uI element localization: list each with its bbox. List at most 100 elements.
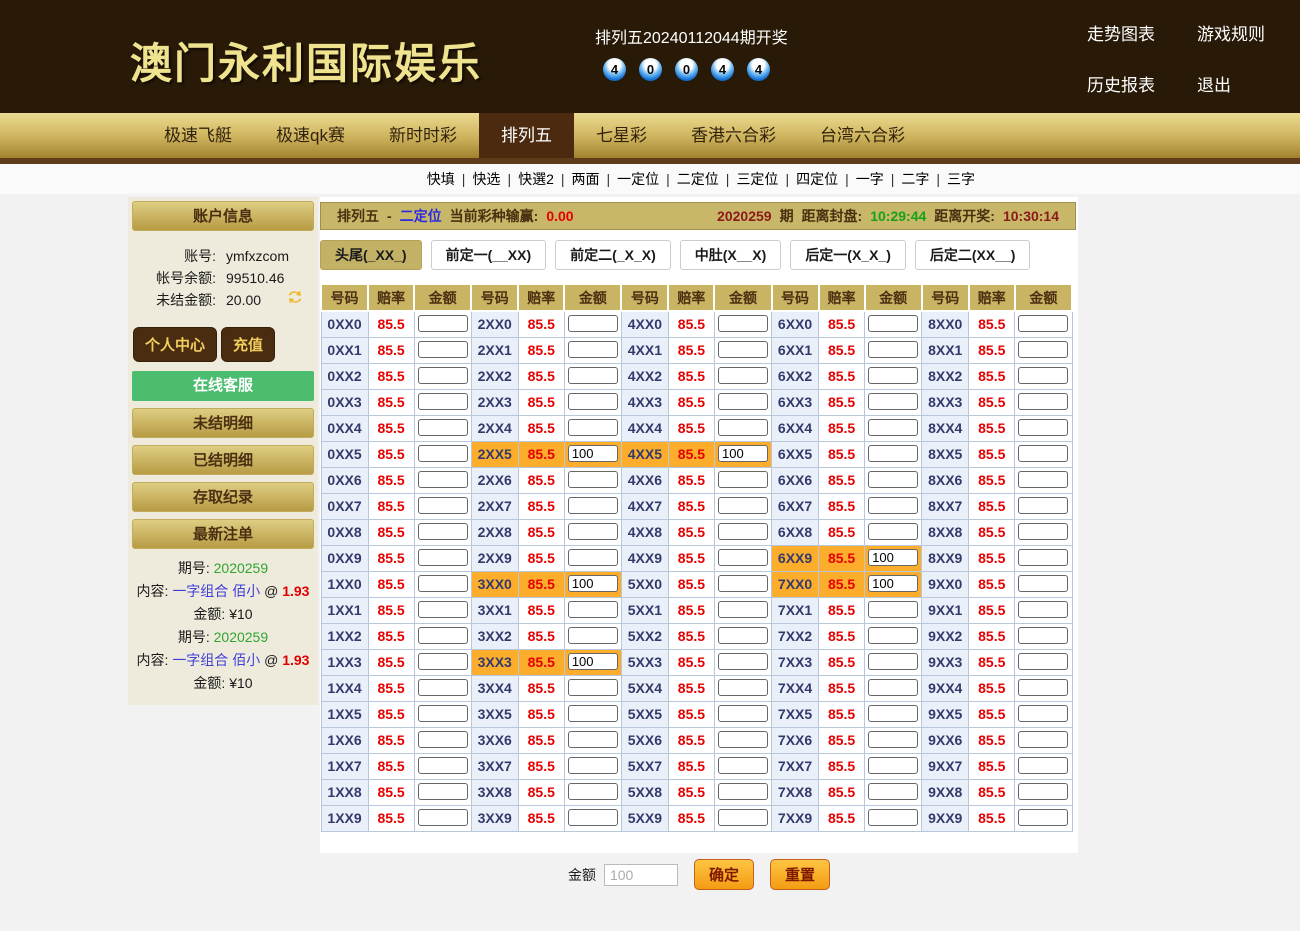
subnav-item[interactable]: 三字 — [947, 171, 975, 187]
bet-number-cell[interactable]: 4XX5 — [621, 441, 668, 467]
bet-number-cell[interactable]: 1XX8 — [321, 779, 368, 805]
bet-amount-input[interactable] — [1018, 653, 1068, 670]
bet-amount-input[interactable] — [868, 367, 918, 384]
bet-amount-input[interactable] — [568, 393, 618, 410]
bet-number-cell[interactable]: 9XX2 — [922, 623, 969, 649]
bet-amount-input[interactable] — [718, 549, 768, 566]
bet-number-cell[interactable]: 7XX6 — [772, 727, 819, 753]
bet-number-cell[interactable]: 0XX2 — [321, 363, 368, 389]
bet-amount-input[interactable] — [1018, 679, 1068, 696]
bet-amount-input[interactable] — [718, 497, 768, 514]
tab-position[interactable]: 前定二(_X_X) — [555, 240, 671, 270]
bet-number-cell[interactable]: 2XX3 — [471, 389, 518, 415]
bet-amount-input[interactable] — [568, 575, 618, 592]
bet-amount-input[interactable] — [718, 731, 768, 748]
bet-amount-input[interactable] — [1018, 497, 1068, 514]
bet-number-cell[interactable]: 4XX2 — [621, 363, 668, 389]
bet-amount-input[interactable] — [568, 367, 618, 384]
bet-amount-input[interactable] — [1018, 471, 1068, 488]
bet-number-cell[interactable]: 5XX1 — [621, 597, 668, 623]
bet-amount-input[interactable] — [568, 497, 618, 514]
bet-number-cell[interactable]: 6XX8 — [772, 519, 819, 545]
bet-number-cell[interactable]: 9XX8 — [922, 779, 969, 805]
subnav-item[interactable]: 快選2 — [518, 171, 554, 187]
bet-number-cell[interactable]: 0XX6 — [321, 467, 368, 493]
deposit-button[interactable]: 充值 — [221, 327, 275, 362]
bet-amount-input[interactable] — [568, 419, 618, 436]
bet-amount-input[interactable] — [568, 341, 618, 358]
bet-amount-input[interactable] — [868, 679, 918, 696]
bet-amount-input[interactable] — [868, 809, 918, 826]
tab-position[interactable]: 中肚(X__X) — [680, 240, 782, 270]
bet-number-cell[interactable]: 8XX0 — [922, 311, 969, 337]
nav-item[interactable]: 七星彩 — [574, 113, 669, 158]
bet-number-cell[interactable]: 3XX6 — [471, 727, 518, 753]
subnav-item[interactable]: 二定位 — [677, 171, 719, 187]
bet-amount-input[interactable] — [568, 705, 618, 722]
bet-amount-input[interactable] — [868, 315, 918, 332]
bet-amount-input[interactable] — [418, 419, 468, 436]
bet-amount-input[interactable] — [1018, 757, 1068, 774]
bet-amount-input[interactable] — [418, 653, 468, 670]
bet-amount-input[interactable] — [718, 367, 768, 384]
subnav-item[interactable]: 两面 — [572, 171, 600, 187]
bet-amount-input[interactable] — [718, 575, 768, 592]
bet-number-cell[interactable]: 5XX3 — [621, 649, 668, 675]
bet-amount-input[interactable] — [868, 627, 918, 644]
bet-amount-input[interactable] — [418, 497, 468, 514]
bet-number-cell[interactable]: 2XX7 — [471, 493, 518, 519]
bet-amount-input[interactable] — [868, 419, 918, 436]
bet-number-cell[interactable]: 5XX4 — [621, 675, 668, 701]
bet-amount-input[interactable] — [868, 549, 918, 566]
bet-number-cell[interactable]: 9XX6 — [922, 727, 969, 753]
bet-amount-input[interactable] — [718, 679, 768, 696]
nav-item[interactable]: 台湾六合彩 — [798, 113, 927, 158]
bet-amount-input[interactable] — [1018, 393, 1068, 410]
bet-amount-input[interactable] — [568, 653, 618, 670]
bet-amount-input[interactable] — [1018, 783, 1068, 800]
bet-amount-input[interactable] — [718, 601, 768, 618]
bet-number-cell[interactable]: 3XX0 — [471, 571, 518, 597]
bet-number-cell[interactable]: 8XX9 — [922, 545, 969, 571]
bet-amount-input[interactable] — [568, 549, 618, 566]
bet-number-cell[interactable]: 4XX1 — [621, 337, 668, 363]
amount-input[interactable] — [604, 864, 678, 886]
bet-amount-input[interactable] — [418, 627, 468, 644]
bet-number-cell[interactable]: 7XX4 — [772, 675, 819, 701]
bet-number-cell[interactable]: 8XX1 — [922, 337, 969, 363]
bet-number-cell[interactable]: 7XX2 — [772, 623, 819, 649]
bet-amount-input[interactable] — [1018, 341, 1068, 358]
bet-amount-input[interactable] — [868, 783, 918, 800]
bet-number-cell[interactable]: 1XX7 — [321, 753, 368, 779]
bet-number-cell[interactable]: 2XX6 — [471, 467, 518, 493]
bet-number-cell[interactable]: 6XX7 — [772, 493, 819, 519]
bet-number-cell[interactable]: 4XX6 — [621, 467, 668, 493]
bet-number-cell[interactable]: 9XX4 — [922, 675, 969, 701]
bet-number-cell[interactable]: 2XX0 — [471, 311, 518, 337]
reset-button[interactable]: 重置 — [770, 859, 830, 890]
bet-amount-input[interactable] — [418, 731, 468, 748]
bet-number-cell[interactable]: 1XX5 — [321, 701, 368, 727]
bet-number-cell[interactable]: 5XX6 — [621, 727, 668, 753]
bet-amount-input[interactable] — [568, 731, 618, 748]
link-history-report[interactable]: 历史报表 — [1087, 71, 1155, 96]
bet-number-cell[interactable]: 4XX9 — [621, 545, 668, 571]
bet-number-cell[interactable]: 8XX2 — [922, 363, 969, 389]
bet-amount-input[interactable] — [418, 783, 468, 800]
nav-item[interactable]: 极速飞艇 — [142, 113, 254, 158]
bet-number-cell[interactable]: 1XX0 — [321, 571, 368, 597]
bet-number-cell[interactable]: 6XX5 — [772, 441, 819, 467]
bet-number-cell[interactable]: 2XX1 — [471, 337, 518, 363]
bet-amount-input[interactable] — [418, 341, 468, 358]
bet-number-cell[interactable]: 0XX8 — [321, 519, 368, 545]
bet-amount-input[interactable] — [868, 393, 918, 410]
bet-number-cell[interactable]: 4XX8 — [621, 519, 668, 545]
bet-amount-input[interactable] — [1018, 549, 1068, 566]
bet-amount-input[interactable] — [868, 497, 918, 514]
bet-amount-input[interactable] — [418, 523, 468, 540]
bet-number-cell[interactable]: 8XX6 — [922, 467, 969, 493]
bet-number-cell[interactable]: 0XX5 — [321, 441, 368, 467]
bet-amount-input[interactable] — [418, 601, 468, 618]
bet-amount-input[interactable] — [718, 471, 768, 488]
bet-number-cell[interactable]: 3XX8 — [471, 779, 518, 805]
